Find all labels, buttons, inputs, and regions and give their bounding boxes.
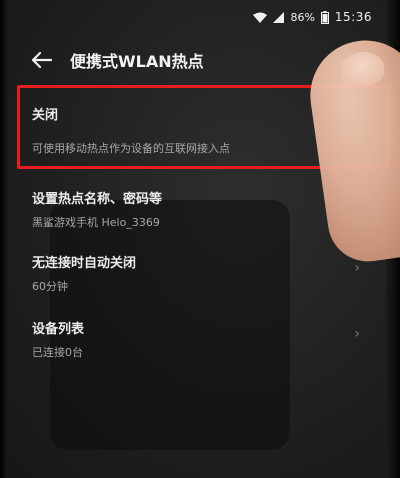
setting-subtitle: 黑鲨游戏手机 Helo_3369 bbox=[32, 216, 160, 229]
arrow-left-icon[interactable] bbox=[32, 52, 52, 68]
signal-icon bbox=[273, 11, 285, 23]
setting-title: 无连接时自动关闭 bbox=[32, 256, 137, 271]
setting-subtitle: 已连接0台 bbox=[32, 346, 83, 359]
wifi-icon bbox=[253, 12, 268, 23]
clock: 15:36 bbox=[334, 10, 372, 24]
setting-auto-off[interactable]: 无连接时自动关闭 60分钟 bbox=[32, 252, 136, 294]
setting-device-list[interactable]: 设备列表 已连接0台 bbox=[32, 318, 84, 360]
chevron-right-icon: › bbox=[354, 326, 360, 342]
chevron-right-icon: › bbox=[354, 260, 360, 276]
battery-percent: 86% bbox=[290, 10, 315, 24]
phone-bezel-left bbox=[0, 0, 8, 478]
page-title: 便携式WLAN热点 bbox=[70, 52, 204, 71]
setting-hotspot-name-password[interactable]: 设置热点名称、密码等 黑鲨游戏手机 Helo_3369 bbox=[32, 188, 162, 230]
status-bar: 86% 15:36 bbox=[253, 10, 372, 24]
setting-title: 设置热点名称、密码等 bbox=[32, 192, 163, 207]
app-bar: 便携式WLAN热点 bbox=[32, 48, 204, 72]
background-card bbox=[50, 200, 290, 450]
setting-title: 设备列表 bbox=[32, 322, 85, 337]
phone-screen: 86% 15:36 便携式WLAN热点 关闭 可使用移动热点作为设备的互联网接入… bbox=[0, 0, 400, 478]
setting-subtitle: 60分钟 bbox=[32, 280, 68, 293]
battery-icon bbox=[320, 10, 329, 24]
